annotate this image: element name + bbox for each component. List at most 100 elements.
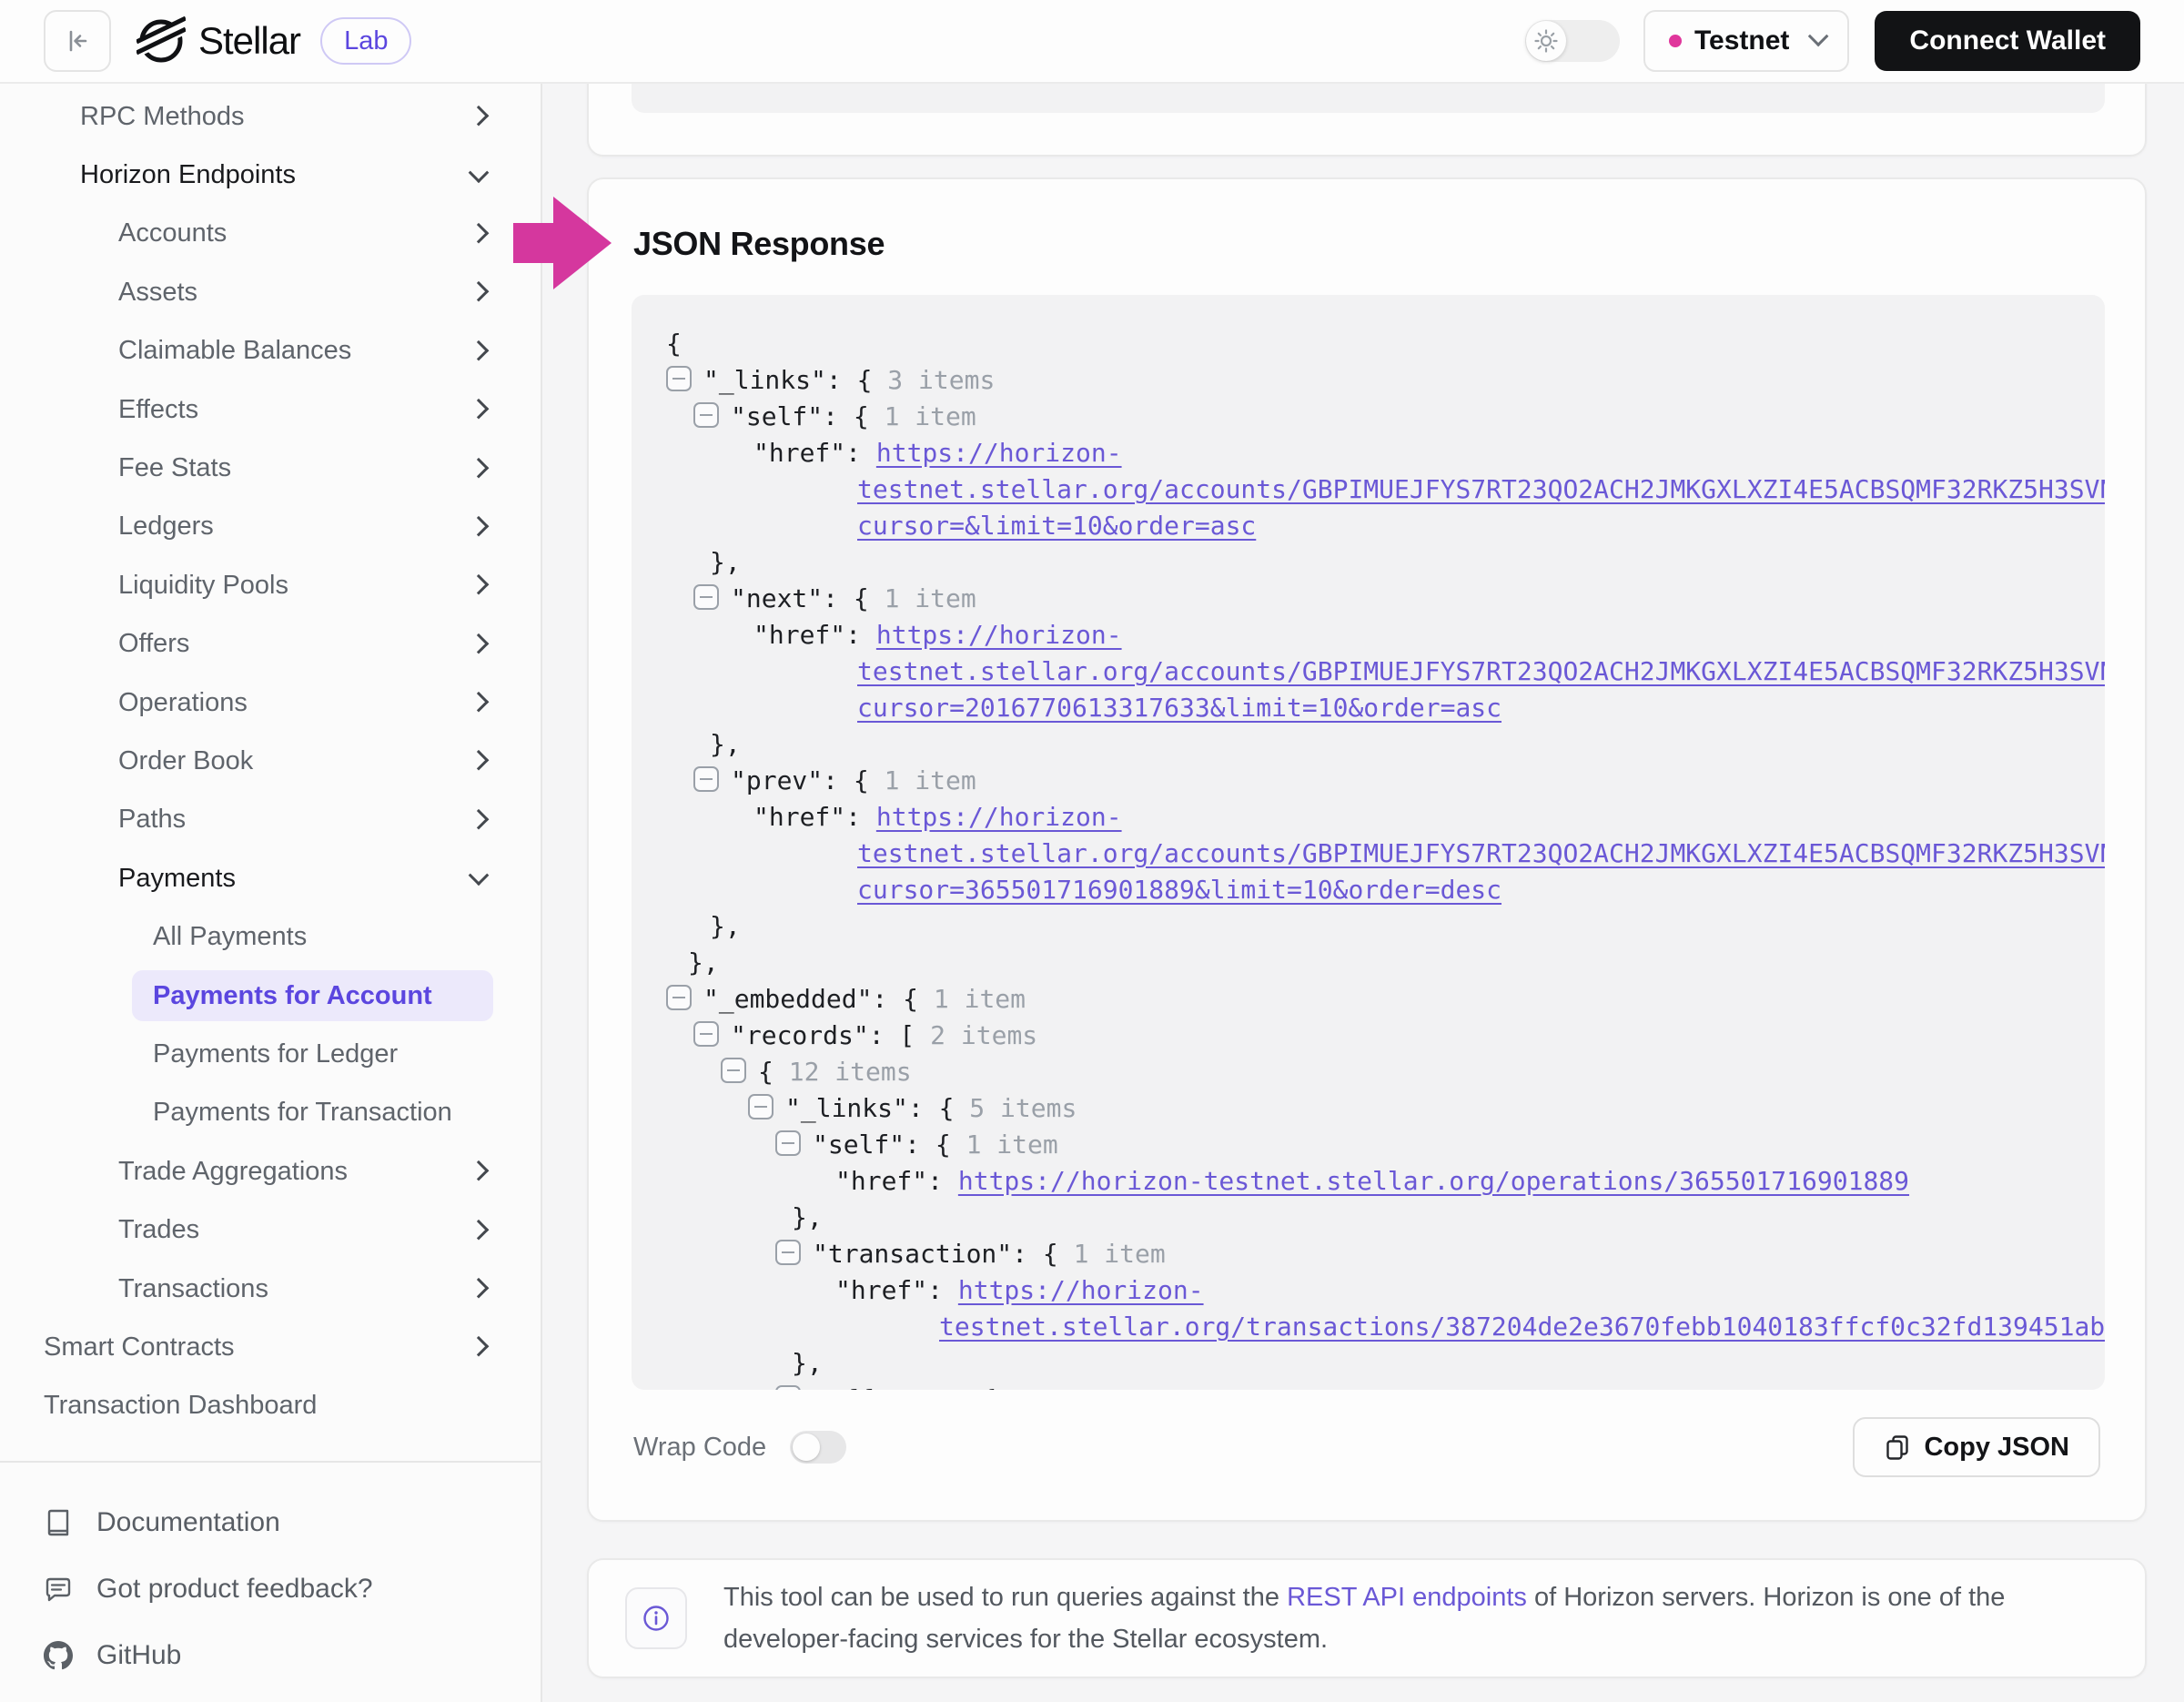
- json-link[interactable]: https://horizon-testnet.stellar.org/oper…: [958, 1166, 1909, 1196]
- json-code-line: "href": https://horizon-: [666, 799, 2105, 836]
- json-link[interactable]: cursor=2016770613317633&limit=10&order=a…: [857, 693, 1502, 723]
- sidebar-item-label: Fee Stats: [0, 453, 231, 483]
- sidebar-item-feedback[interactable]: Got product feedback?: [0, 1556, 541, 1623]
- collapse-minus-icon[interactable]: [693, 584, 719, 610]
- json-link[interactable]: testnet.stellar.org/transactions/387204d…: [939, 1312, 2105, 1342]
- chevron-right-icon: [469, 1219, 490, 1240]
- brand-name: Stellar: [198, 19, 300, 63]
- sidebar-item-claimable-balances[interactable]: Claimable Balances: [0, 322, 541, 380]
- sidebar-item-label: Operations: [0, 688, 248, 718]
- json-code-line: },: [666, 945, 2105, 981]
- sidebar-item-transaction-dashboard[interactable]: Transaction Dashboard: [0, 1377, 541, 1435]
- sidebar-item-label: Accounts: [0, 218, 227, 248]
- json-link[interactable]: https://horizon-: [876, 438, 1122, 468]
- json-code-line: {: [666, 326, 2105, 362]
- sidebar-item-label: RPC Methods: [0, 102, 245, 132]
- collapse-minus-icon[interactable]: [748, 1094, 774, 1119]
- network-label: Testnet: [1694, 25, 1789, 56]
- collapse-minus-icon[interactable]: [693, 1021, 719, 1047]
- json-token: "self": {: [731, 401, 885, 431]
- sidebar-item-github[interactable]: GitHub: [0, 1623, 541, 1689]
- sidebar-item-fee-stats[interactable]: Fee Stats: [0, 439, 541, 497]
- sun-icon: [1534, 29, 1558, 53]
- json-link[interactable]: testnet.stellar.org/accounts/GBPIMUEJFYS…: [857, 474, 2105, 504]
- sidebar-item-order-book[interactable]: Order Book: [0, 732, 541, 790]
- collapse-minus-icon[interactable]: [775, 1385, 801, 1390]
- json-code-line: "next": { 1 item: [666, 581, 2105, 617]
- json-code-line: },: [666, 1200, 2105, 1236]
- json-token: "records": [: [731, 1020, 930, 1050]
- json-code-line: },: [666, 908, 2105, 945]
- json-link[interactable]: testnet.stellar.org/accounts/GBPIMUEJFYS…: [857, 656, 2105, 686]
- json-token: "effects": {: [813, 1384, 996, 1390]
- json-link[interactable]: testnet.stellar.org/accounts/GBPIMUEJFYS…: [857, 838, 2105, 868]
- collapse-minus-icon[interactable]: [693, 402, 719, 428]
- collapse-minus-icon[interactable]: [693, 766, 719, 792]
- sidebar-item-paths[interactable]: Paths: [0, 791, 541, 849]
- rest-api-endpoints-link[interactable]: REST API endpoints: [1287, 1583, 1527, 1612]
- chevron-down-icon: [469, 866, 490, 886]
- json-code-line: "href": https://horizon-: [666, 617, 2105, 653]
- json-link[interactable]: https://horizon-: [876, 802, 1122, 832]
- sidebar-item-trades[interactable]: Trades: [0, 1201, 541, 1259]
- sidebar-item-label: Payments: [0, 864, 236, 894]
- stellar-logo[interactable]: Stellar Lab: [136, 16, 411, 66]
- sidebar-item-liquidity-pools[interactable]: Liquidity Pools: [0, 556, 541, 614]
- sidebar-item-horizon-endpoints[interactable]: Horizon Endpoints: [0, 146, 541, 204]
- connect-wallet-button[interactable]: Connect Wallet: [1875, 11, 2140, 71]
- info-text-before: This tool can be used to run queries aga…: [723, 1583, 1287, 1612]
- collapse-minus-icon[interactable]: [775, 1240, 801, 1265]
- sidebar-item-rpc-methods[interactable]: RPC Methods: [0, 87, 541, 146]
- collapse-minus-icon[interactable]: [666, 985, 692, 1010]
- json-response-title: JSON Response: [633, 225, 885, 263]
- sidebar-item-label: Offers: [0, 629, 189, 659]
- json-link[interactable]: cursor=&limit=10&order=asc: [857, 511, 1256, 541]
- collapse-minus-icon[interactable]: [775, 1130, 801, 1156]
- sidebar-item-accounts[interactable]: Accounts: [0, 205, 541, 263]
- sidebar-item-trade-aggregations[interactable]: Trade Aggregations: [0, 1142, 541, 1201]
- collapse-minus-icon[interactable]: [721, 1058, 746, 1083]
- chevron-right-icon: [469, 457, 490, 478]
- chevron-down-icon: [469, 162, 490, 183]
- sidebar-item-payments-for-account[interactable]: Payments for Account: [0, 967, 541, 1025]
- chevron-right-icon: [469, 1278, 490, 1299]
- sidebar-item-payments-for-ledger[interactable]: Payments for Ledger: [0, 1025, 541, 1083]
- copy-json-button[interactable]: Copy JSON: [1853, 1417, 2100, 1477]
- sidebar-item-payments[interactable]: Payments: [0, 849, 541, 907]
- json-item-count: 1 item: [934, 984, 1026, 1014]
- sidebar-item-all-payments[interactable]: All Payments: [0, 907, 541, 966]
- json-token: "transaction": {: [813, 1239, 1074, 1269]
- json-token: },: [710, 729, 741, 759]
- json-link[interactable]: cursor=365501716901889&limit=10&order=de…: [857, 875, 1502, 905]
- json-link[interactable]: https://horizon-: [958, 1275, 1204, 1305]
- sidebar-item-operations[interactable]: Operations: [0, 674, 541, 732]
- sidebar-item-documentation[interactable]: Documentation: [0, 1490, 541, 1556]
- copy-icon: [1884, 1434, 1911, 1461]
- sidebar-item-transactions[interactable]: Transactions: [0, 1260, 541, 1318]
- collapse-minus-icon[interactable]: [666, 366, 692, 391]
- sidebar-item-offers[interactable]: Offers: [0, 615, 541, 674]
- network-select[interactable]: Testnet: [1643, 10, 1849, 72]
- sidebar-item-assets[interactable]: Assets: [0, 263, 541, 321]
- sidebar-item-label: Transaction Dashboard: [0, 1391, 317, 1421]
- json-code-line: "href": https://horizon-: [666, 435, 2105, 471]
- sidebar-item-ledgers[interactable]: Ledgers: [0, 498, 541, 556]
- theme-toggle[interactable]: [1525, 20, 1620, 62]
- sidebar-item-smart-contracts[interactable]: Smart Contracts: [0, 1318, 541, 1376]
- json-token: },: [688, 947, 719, 978]
- json-code-line: "_links": { 3 items: [666, 362, 2105, 399]
- json-code-line: "effects": {: [666, 1382, 2105, 1390]
- sidebar-item-effects[interactable]: Effects: [0, 380, 541, 439]
- sidebar-item-label: Trades: [0, 1215, 199, 1245]
- json-code-line: "records": [ 2 items: [666, 1018, 2105, 1054]
- sidebar-item-label: Claimable Balances: [0, 336, 351, 366]
- github-icon: [44, 1641, 76, 1670]
- wrap-code-toggle[interactable]: [790, 1431, 846, 1464]
- sidebar-item-payments-for-transaction[interactable]: Payments for Transaction: [0, 1084, 541, 1142]
- json-code-line: },: [666, 544, 2105, 581]
- chevron-right-icon: [469, 340, 490, 361]
- sidebar-collapse-button[interactable]: [44, 10, 111, 72]
- json-link[interactable]: https://horizon-: [876, 620, 1122, 650]
- json-token: "_embedded": {: [703, 984, 934, 1014]
- chevron-down-icon: [1808, 26, 1829, 47]
